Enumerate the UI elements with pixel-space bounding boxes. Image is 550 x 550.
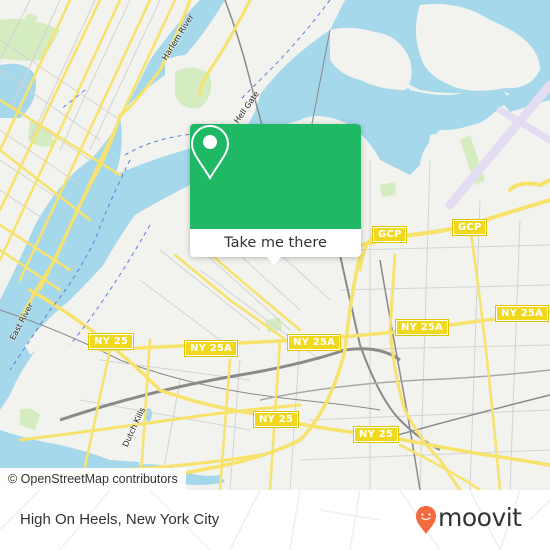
route-shield-ny25a: NY 25A: [495, 305, 549, 322]
moovit-pin-icon: [416, 506, 436, 534]
route-shield-ny25: NY 25: [252, 411, 300, 428]
place-name: High On Heels, New York City: [20, 511, 220, 528]
route-shield-ny25a: NY 25A: [287, 334, 341, 351]
footer-bar: High On Heels, New York City moovit: [0, 490, 550, 550]
route-shield-ny25: NY 25: [87, 333, 135, 350]
moovit-wordmark: moovit: [438, 503, 522, 532]
route-shield-gcp: GCP: [451, 219, 488, 236]
map-attribution[interactable]: © OpenStreetMap contributors: [0, 468, 186, 490]
take-me-there-button[interactable]: Take me there: [190, 229, 361, 257]
route-shield-ny25a: NY 25A: [395, 319, 449, 336]
route-shield-ny25: NY 25: [352, 426, 400, 443]
moovit-logo[interactable]: moovit: [415, 503, 540, 536]
route-shield-gcp: GCP: [371, 226, 408, 243]
location-popup: Take me there: [190, 124, 361, 265]
popup-pointer: [266, 256, 282, 265]
map-view[interactable]: Harlem River Hell Gate East River Dutch …: [0, 0, 550, 490]
route-shield-ny25a: NY 25A: [184, 340, 238, 357]
popup-header: [190, 124, 361, 229]
map-pin-icon: [190, 124, 230, 180]
